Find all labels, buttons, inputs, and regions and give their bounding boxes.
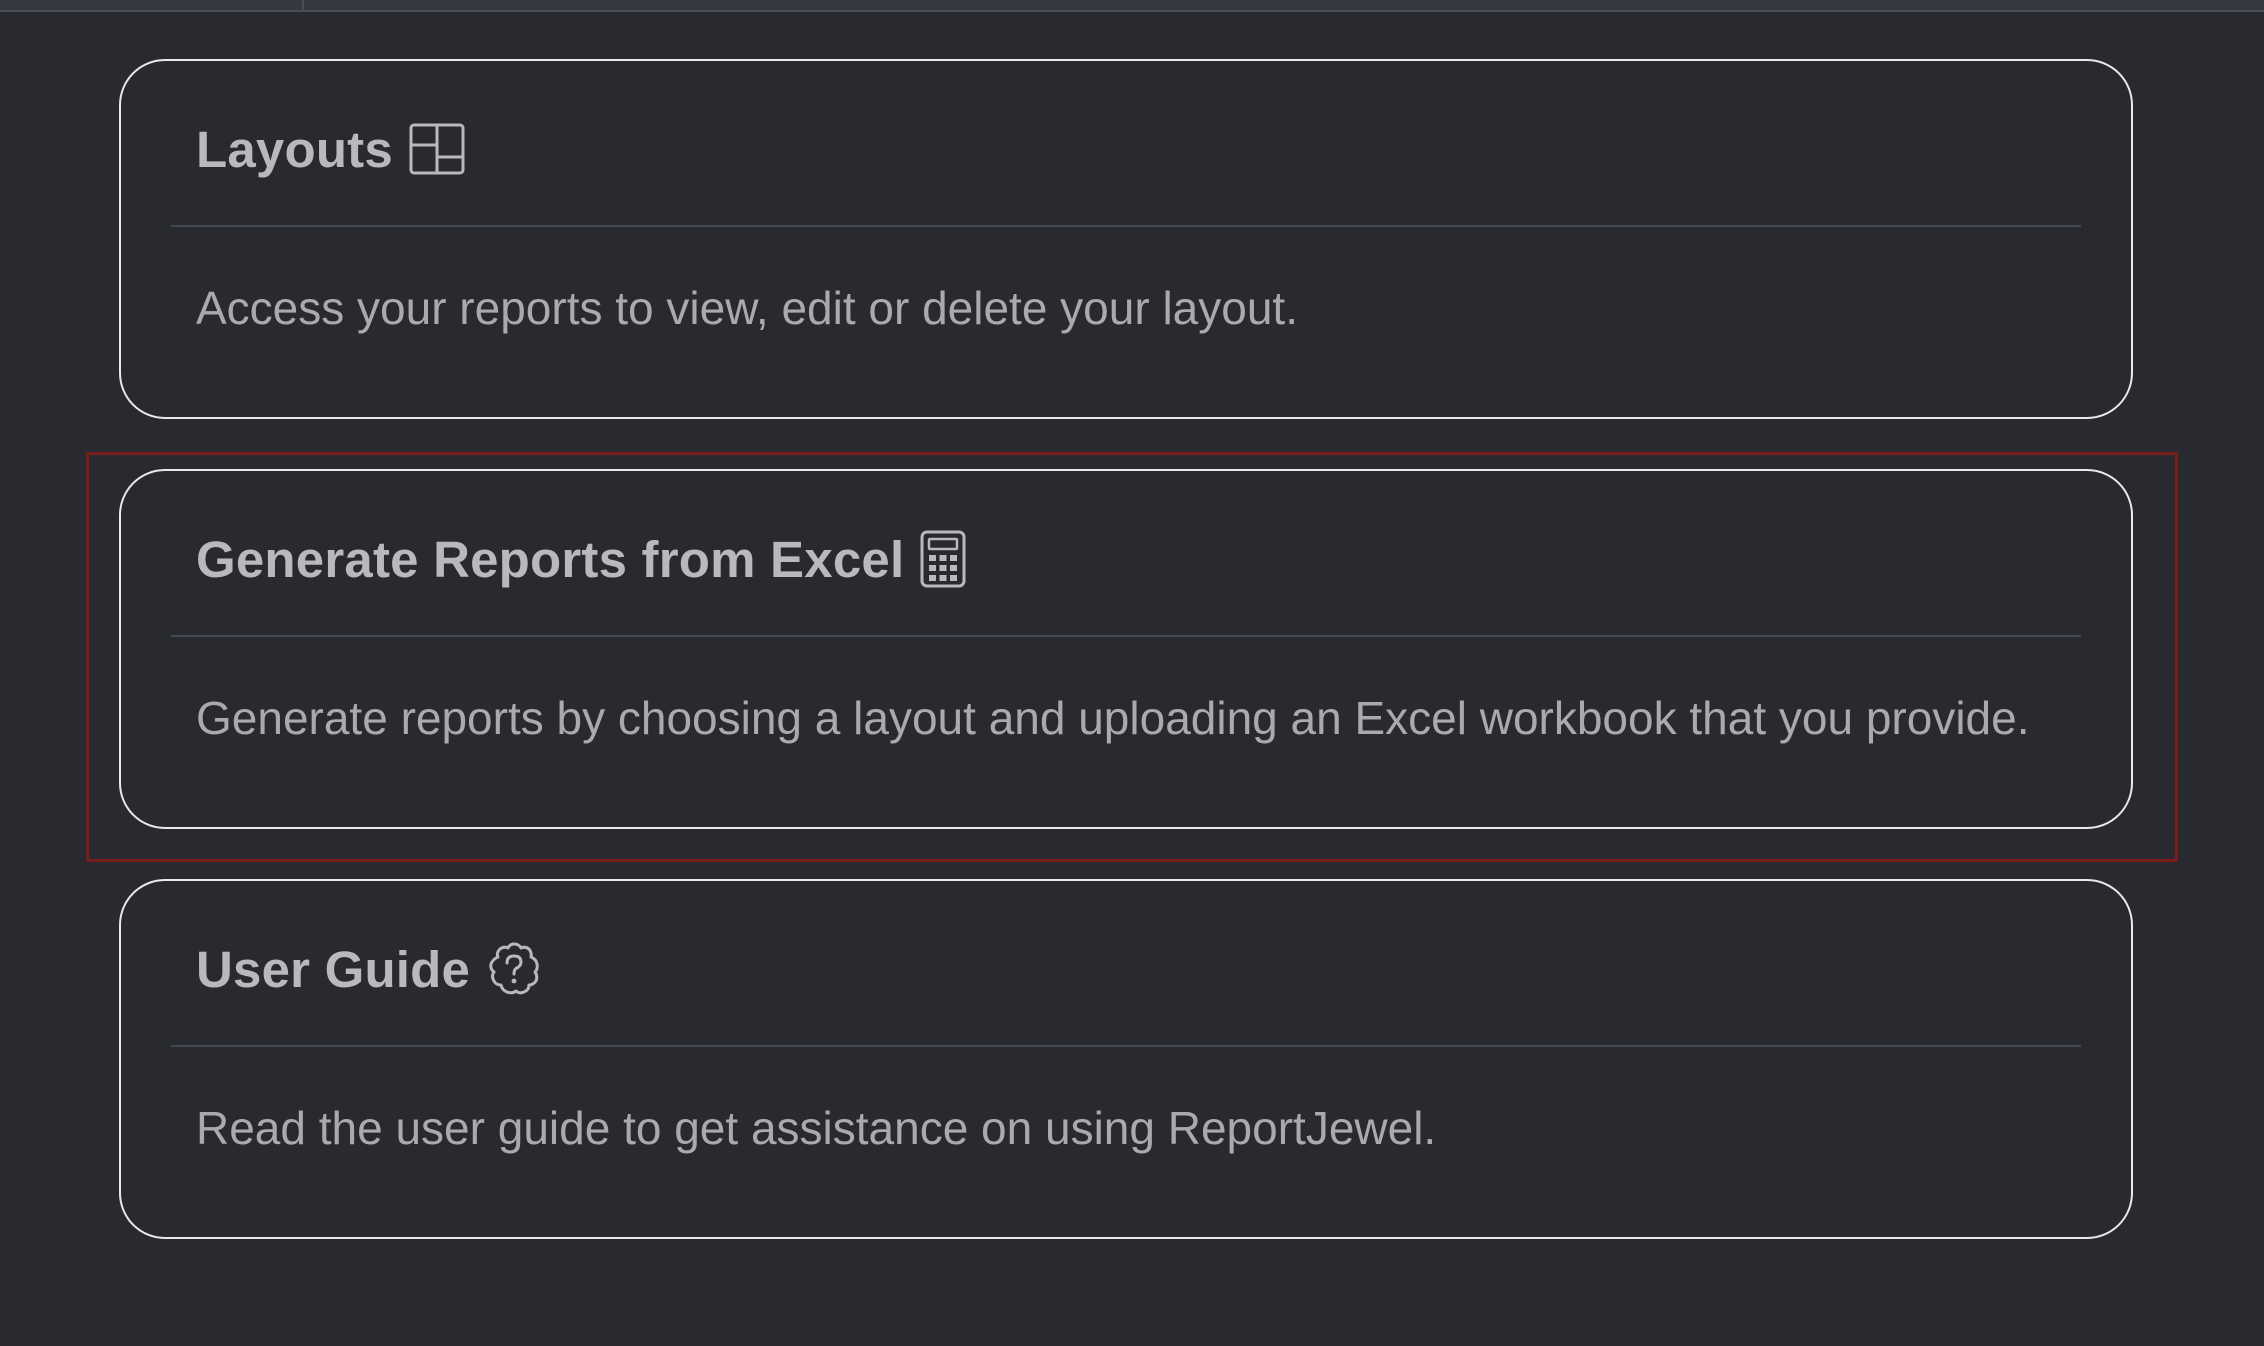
layouts-card[interactable]: Layouts Access your reports to view, edi…: [119, 59, 2133, 419]
card-title: User Guide: [196, 940, 471, 998]
card-divider: [171, 1045, 2081, 1047]
calculator-icon: [920, 530, 966, 588]
card-title-row: Layouts: [196, 113, 465, 185]
top-bar: [0, 0, 2264, 12]
card-title-row: Generate Reports from Excel: [196, 523, 966, 595]
user-guide-card[interactable]: User Guide Read the user guide to get as…: [119, 879, 2133, 1239]
card-title: Layouts: [196, 120, 393, 178]
card-description: Access your reports to view, edit or del…: [196, 282, 1298, 334]
tab-divider: [302, 0, 304, 12]
layout-icon: [409, 123, 465, 175]
card-description: Generate reports by choosing a layout an…: [196, 692, 2030, 744]
card-description: Read the user guide to get assistance on…: [196, 1102, 1437, 1154]
help-badge-icon: [486, 941, 542, 997]
generate-reports-card[interactable]: Generate Reports from Excel Generate rep…: [119, 469, 2133, 829]
card-divider: [171, 225, 2081, 227]
card-divider: [171, 635, 2081, 637]
card-title: Generate Reports from Excel: [196, 530, 905, 588]
card-title-row: User Guide: [196, 933, 542, 1005]
